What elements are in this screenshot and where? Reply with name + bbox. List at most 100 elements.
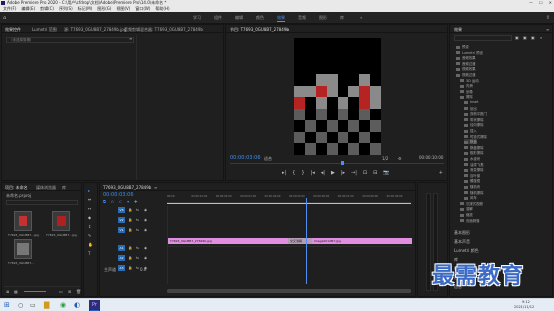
home-icon[interactable]: ⌂	[3, 15, 6, 21]
pen-tool-icon[interactable]: ✎	[88, 233, 91, 238]
video-frame[interactable]	[294, 38, 381, 155]
effects-tree-item[interactable]: 油漆飞溅	[464, 162, 484, 167]
step-forward-icon[interactable]: |▸	[341, 170, 345, 177]
tab-audio-mixer[interactable]: 音频剪辑混合器: T7693_0GU8B7_27849b	[124, 27, 203, 33]
workspace-effects[interactable]: 效果	[277, 15, 285, 22]
effects-tree-item[interactable]: 内滑	[460, 83, 473, 88]
workspace-learn[interactable]: 学习	[193, 15, 201, 21]
effects-tree-item[interactable]: 时钟式擦除	[464, 134, 487, 139]
effects-menu-icon[interactable]: ≡	[546, 27, 549, 32]
trash-icon[interactable]: 🗑	[76, 289, 81, 294]
project-search-input[interactable]	[6, 200, 78, 205]
settings-wrench-icon[interactable]: ✚	[134, 199, 137, 204]
link-essential-sound[interactable]: 基本声音	[454, 239, 470, 245]
workspace-libraries[interactable]: 库	[340, 15, 344, 21]
go-to-end-icon[interactable]: →|	[351, 170, 357, 177]
effects-tree-item[interactable]: 视频效果	[456, 66, 476, 71]
toggle-sync-icon[interactable]: ⇆	[136, 228, 139, 232]
effects-tree-item[interactable]: 音频效果	[456, 55, 476, 60]
hand-tool-icon[interactable]: ✋	[88, 242, 93, 247]
nest-icon[interactable]: ⧉	[103, 199, 106, 204]
mark-in-icon[interactable]: ▸|	[282, 170, 286, 177]
eye-icon[interactable]: ◉	[144, 218, 147, 222]
effects-tree-item[interactable]: 预设	[456, 44, 469, 49]
effects-tree-item[interactable]: 音频过渡	[456, 61, 476, 66]
project-item-thumb[interactable]	[14, 211, 32, 231]
effects-tree-item[interactable]: 楔形擦除	[464, 150, 484, 155]
workspace-graphics[interactable]: 图形	[319, 15, 327, 21]
list-view-icon[interactable]: ≣	[6, 289, 9, 294]
tab-media-browser[interactable]: 媒体浏览器	[36, 185, 56, 191]
slip-tool-icon[interactable]: ↕	[88, 224, 91, 229]
timeline-clip[interactable]: T7693_0GU8B7_27849b.jpg	[168, 238, 288, 244]
lock-icon[interactable]: 🔒	[128, 246, 132, 250]
selection-tool-icon[interactable]: ▸	[88, 188, 90, 193]
program-menu-icon[interactable]: ≡	[286, 27, 289, 32]
ripple-edit-tool-icon[interactable]: ↔	[88, 206, 91, 211]
workspace-assembly[interactable]: 组件	[214, 15, 222, 21]
workspace-editing[interactable]: 编辑	[235, 15, 243, 21]
work-area-bar[interactable]	[167, 203, 411, 204]
scrub-bar[interactable]	[230, 163, 444, 164]
workspace-color[interactable]: 颜色	[256, 15, 264, 21]
toggle-sync-icon[interactable]: ⇆	[136, 218, 139, 222]
effects-tree-item[interactable]: 棋盘	[464, 139, 477, 145]
workspace-more[interactable]: »	[360, 15, 362, 20]
search-taskbar-icon[interactable]: ○	[18, 302, 23, 309]
tab-libraries[interactable]: 库	[62, 185, 66, 191]
task-view-icon[interactable]: ▭	[30, 302, 36, 309]
effects-tree-item[interactable]: 随机块	[464, 184, 480, 189]
accelerated-icon[interactable]: ▣	[515, 35, 519, 40]
effects-tree-item[interactable]: 3D 运动	[460, 78, 479, 83]
yuv-icon[interactable]: ▣	[531, 35, 535, 40]
effects-tree-item[interactable]: 双侧平推门	[464, 111, 487, 116]
new-item-icon[interactable]: ⊞	[68, 289, 71, 294]
share-icon[interactable]: ⇪	[546, 15, 550, 21]
effects-tree-item[interactable]: 擦除	[460, 94, 473, 99]
go-to-in-icon[interactable]: }	[301, 170, 304, 177]
browser-icon[interactable]: ◉	[60, 301, 66, 309]
link-essential-graphics[interactable]: 基本图形	[454, 230, 470, 236]
effects-tree-item[interactable]: 划像	[460, 89, 473, 94]
track-select-tool-icon[interactable]: ⇹	[88, 197, 91, 202]
effects-tree-item[interactable]: Inset	[464, 100, 478, 104]
step-back-icon[interactable]: ◂|	[321, 170, 325, 177]
tab-effect-controls[interactable]: 效果控件	[5, 27, 21, 33]
toggle-sync-icon[interactable]: ⇆	[136, 246, 139, 250]
tab-project[interactable]: 项目: 未命名	[5, 185, 28, 191]
track-area[interactable]: T7693_0GU8B7_27849b.jpg 交叉溶解 Image0012B7…	[167, 206, 412, 284]
zoom-slider[interactable]	[24, 291, 46, 292]
effects-tree-item[interactable]: 径向擦除	[464, 122, 484, 127]
effects-tree-item[interactable]: 页面剥落	[460, 218, 480, 223]
effects-tree-item[interactable]: 带状擦除	[464, 117, 484, 122]
effects-tree-item[interactable]: 螺旋框	[464, 178, 480, 183]
timeline-clip[interactable]: Image0012B7-jpg	[312, 238, 412, 244]
lift-icon[interactable]: ⊡	[363, 170, 367, 177]
tab-lumetri-scopes[interactable]: Lumetri 范围	[32, 27, 57, 33]
lock-icon[interactable]: 🔒	[128, 256, 132, 260]
add-marker-icon[interactable]: ▾	[127, 199, 129, 204]
clip-select-field[interactable]: （未选择剪辑）	[6, 37, 134, 43]
timeline-menu-icon[interactable]: ≡	[154, 185, 157, 190]
clock-time[interactable]: 9:12	[522, 300, 530, 304]
clock-date[interactable]: 2021/11/12	[514, 305, 534, 309]
tab-source[interactable]: 源: T7693_0GU8B7_27849b.jpg	[64, 27, 126, 33]
master-value[interactable]: 0.0	[140, 267, 146, 272]
mark-out-icon[interactable]: {	[292, 170, 295, 177]
effects-tree-item[interactable]: 百叶窗	[464, 173, 480, 178]
play-icon[interactable]: ▶	[331, 170, 335, 177]
tab-effects[interactable]: 效果	[454, 27, 462, 33]
playhead[interactable]	[306, 198, 307, 284]
effects-tree-item[interactable]: 随机擦除	[464, 190, 484, 195]
transition-block[interactable]: 交叉溶解	[288, 238, 312, 244]
lock-icon[interactable]: 🔒	[128, 218, 132, 222]
search-icon[interactable]: ⌕	[540, 35, 542, 40]
effects-tree-item[interactable]: Lumetri 预设	[456, 50, 483, 55]
razor-tool-icon[interactable]: ◆	[88, 215, 91, 220]
track-target-button[interactable]: A1	[118, 245, 125, 251]
effects-tree-item[interactable]: 沉浸式视频	[460, 201, 483, 206]
add-button-icon[interactable]: +	[439, 170, 443, 176]
lock-icon[interactable]: 🔒	[128, 266, 132, 270]
track-target-button[interactable]: A3	[118, 265, 125, 271]
panel-menu-icon[interactable]: ≡	[129, 36, 132, 41]
